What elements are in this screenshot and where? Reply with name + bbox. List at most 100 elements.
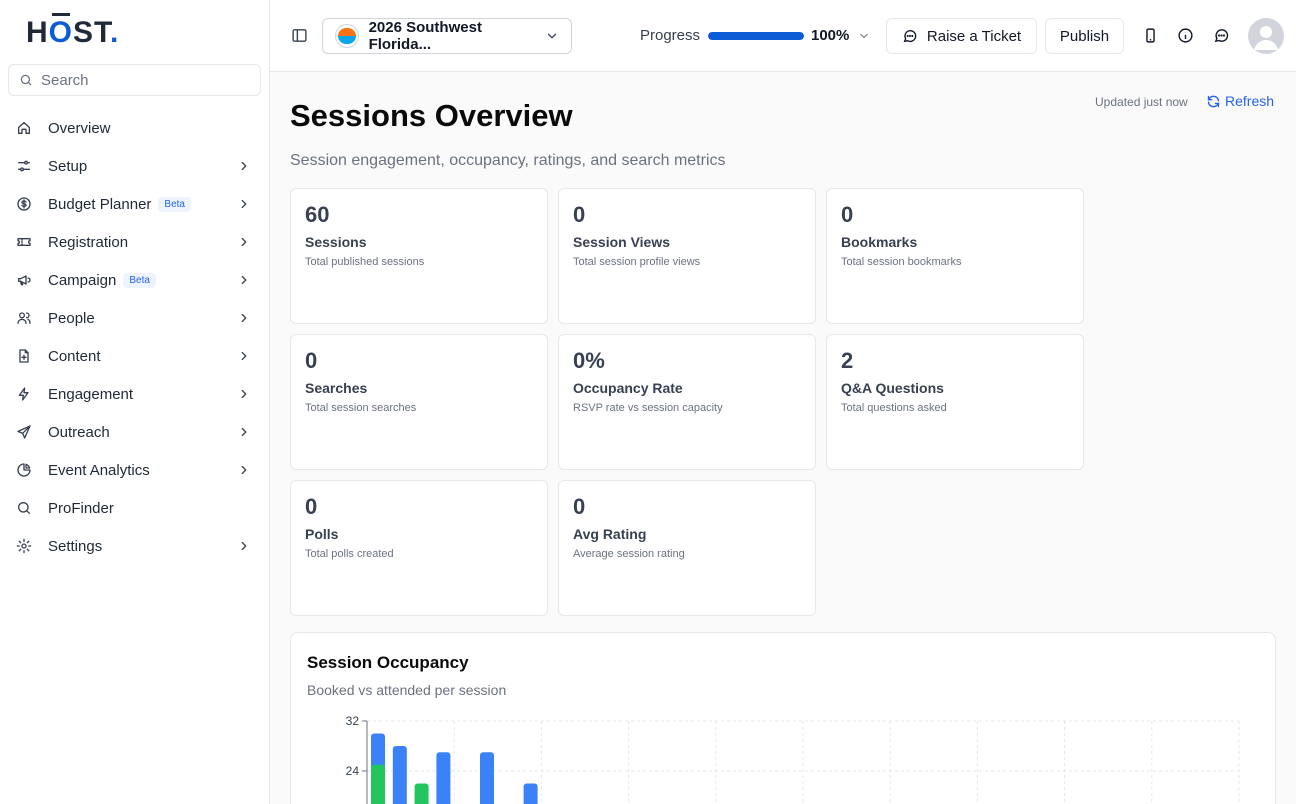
sidebar-item-label: People: [48, 309, 95, 327]
sidebar-item-outreach[interactable]: Outreach: [8, 413, 261, 451]
stat-description: Total polls created: [305, 548, 394, 560]
home-icon: [16, 120, 32, 136]
sidebar-item-label: Budget Planner: [48, 195, 152, 213]
host-logo[interactable]: HOST.: [26, 13, 119, 50]
sidebar-item-content[interactable]: Content: [8, 337, 261, 375]
sidebar-item-label: Campaign: [48, 271, 117, 289]
chart-bar: [414, 783, 429, 804]
stat-label: Avg Rating: [573, 526, 647, 542]
sidebar-item-budget-planner[interactable]: Budget Planner Beta: [8, 185, 261, 223]
sidebar-item-overview[interactable]: Overview: [8, 109, 261, 147]
session-occupancy-card: Session Occupancy Booked vs attended per…: [290, 632, 1276, 804]
chart-bar: [480, 752, 494, 804]
beta-badge: Beta: [158, 196, 191, 212]
gear-icon: [16, 538, 32, 554]
stat-value: 2: [841, 348, 854, 373]
stat-description: Total session searches: [305, 402, 417, 414]
stat-value: 0: [573, 202, 586, 227]
stat-card-sessions: 60 Sessions Total published sessions: [290, 188, 548, 324]
sidebar-item-registration[interactable]: Registration: [8, 223, 261, 261]
pie-chart-icon: [16, 462, 32, 478]
chart-bar: [392, 746, 407, 804]
sidebar-item-people[interactable]: People: [8, 299, 261, 337]
chevron-down-icon: [545, 29, 559, 43]
stat-description: Average session rating: [573, 548, 685, 560]
beta-badge: Beta: [123, 272, 156, 288]
sidebar-item-settings[interactable]: Settings: [8, 527, 261, 565]
main-content: Sessions Overview Session engagement, oc…: [270, 72, 1296, 804]
stat-description: Total published sessions: [305, 256, 425, 268]
users-icon: [16, 310, 32, 326]
megaphone-icon: [16, 272, 32, 288]
top-header: 2026 Southwest Florida... Progress 100% …: [270, 0, 1296, 72]
publish-button[interactable]: Publish: [1045, 18, 1124, 54]
file-plus-icon: [16, 348, 32, 364]
chevron-right-icon: [237, 425, 251, 439]
info-icon[interactable]: [1177, 27, 1194, 44]
message-circle-icon: [902, 28, 918, 44]
stat-card-q-a-questions: 2 Q&A Questions Total questions asked: [826, 334, 1084, 470]
dollar-icon: [16, 196, 32, 212]
progress-fill: [708, 32, 804, 40]
page-title: Sessions Overview: [290, 98, 573, 133]
sidebar-item-label: Overview: [48, 119, 111, 137]
sidebar-item-engagement[interactable]: Engagement: [8, 375, 261, 413]
sidebar-item-event-analytics[interactable]: Event Analytics: [8, 451, 261, 489]
event-logo-icon: [335, 24, 359, 48]
stat-label: Polls: [305, 526, 339, 542]
chart-bar: [371, 764, 385, 804]
search-icon: [19, 73, 33, 87]
stat-description: Total session bookmarks: [841, 256, 962, 268]
sidebar-item-label: Event Analytics: [48, 461, 150, 479]
progress-chevron-icon[interactable]: [858, 30, 870, 42]
stat-card-bookmarks: 0 Bookmarks Total session bookmarks: [826, 188, 1084, 324]
search-icon: [16, 500, 32, 516]
updated-status: Updated just now: [1095, 95, 1188, 109]
chevron-right-icon: [237, 159, 251, 173]
progress-value: 100%: [811, 27, 850, 44]
stat-value: 0: [305, 494, 318, 519]
send-icon: [16, 424, 32, 440]
progress-label: Progress: [640, 27, 701, 44]
chat-icon[interactable]: [1213, 27, 1230, 44]
stat-value: 0%: [573, 348, 605, 373]
mobile-icon[interactable]: [1142, 27, 1159, 44]
stat-value: 0: [573, 494, 586, 519]
sidebar-item-label: Outreach: [48, 423, 110, 441]
stat-label: Searches: [305, 380, 368, 396]
sidebar-search[interactable]: [8, 64, 261, 96]
chevron-right-icon: [237, 197, 251, 211]
sidebar-item-label: Engagement: [48, 385, 134, 403]
sidebar-item-label: Content: [48, 347, 101, 365]
chevron-right-icon: [237, 349, 251, 363]
sidebar-item-label: Registration: [48, 233, 129, 251]
stat-value: 60: [305, 202, 330, 227]
stat-label: Sessions: [305, 234, 367, 250]
stat-description: RSVP rate vs session capacity: [573, 402, 723, 414]
stat-value: 0: [841, 202, 854, 227]
chevron-right-icon: [237, 387, 251, 401]
stat-label: Q&A Questions: [841, 380, 944, 396]
refresh-button[interactable]: Refresh: [1206, 93, 1274, 109]
user-avatar[interactable]: [1248, 18, 1284, 54]
search-input[interactable]: [41, 71, 241, 89]
sidebar: HOST. Overview Setup Budget Planner Beta Reg…: [0, 0, 270, 804]
stat-label: Session Views: [573, 234, 671, 250]
chevron-right-icon: [237, 273, 251, 287]
y-tick-label: 24: [346, 764, 360, 778]
stat-card-polls: 0 Polls Total polls created: [290, 480, 548, 616]
occupancy-chart: 32 24: [346, 714, 1240, 804]
event-name: 2026 Southwest Florida...: [368, 19, 482, 53]
ticket-icon: [16, 234, 32, 250]
raise-ticket-button[interactable]: Raise a Ticket: [886, 18, 1037, 54]
raise-ticket-label: Raise a Ticket: [926, 27, 1022, 45]
sidebar-toggle-icon[interactable]: [291, 27, 308, 44]
sidebar-item-profinder[interactable]: ProFinder: [8, 489, 261, 527]
chevron-right-icon: [237, 463, 251, 477]
stat-card-searches: 0 Searches Total session searches: [290, 334, 548, 470]
sidebar-item-label: ProFinder: [48, 499, 114, 517]
y-tick-label: 32: [346, 714, 360, 728]
sidebar-item-campaign[interactable]: Campaign Beta: [8, 261, 261, 299]
sidebar-item-setup[interactable]: Setup: [8, 147, 261, 185]
event-selector[interactable]: 2026 Southwest Florida...: [322, 18, 572, 54]
